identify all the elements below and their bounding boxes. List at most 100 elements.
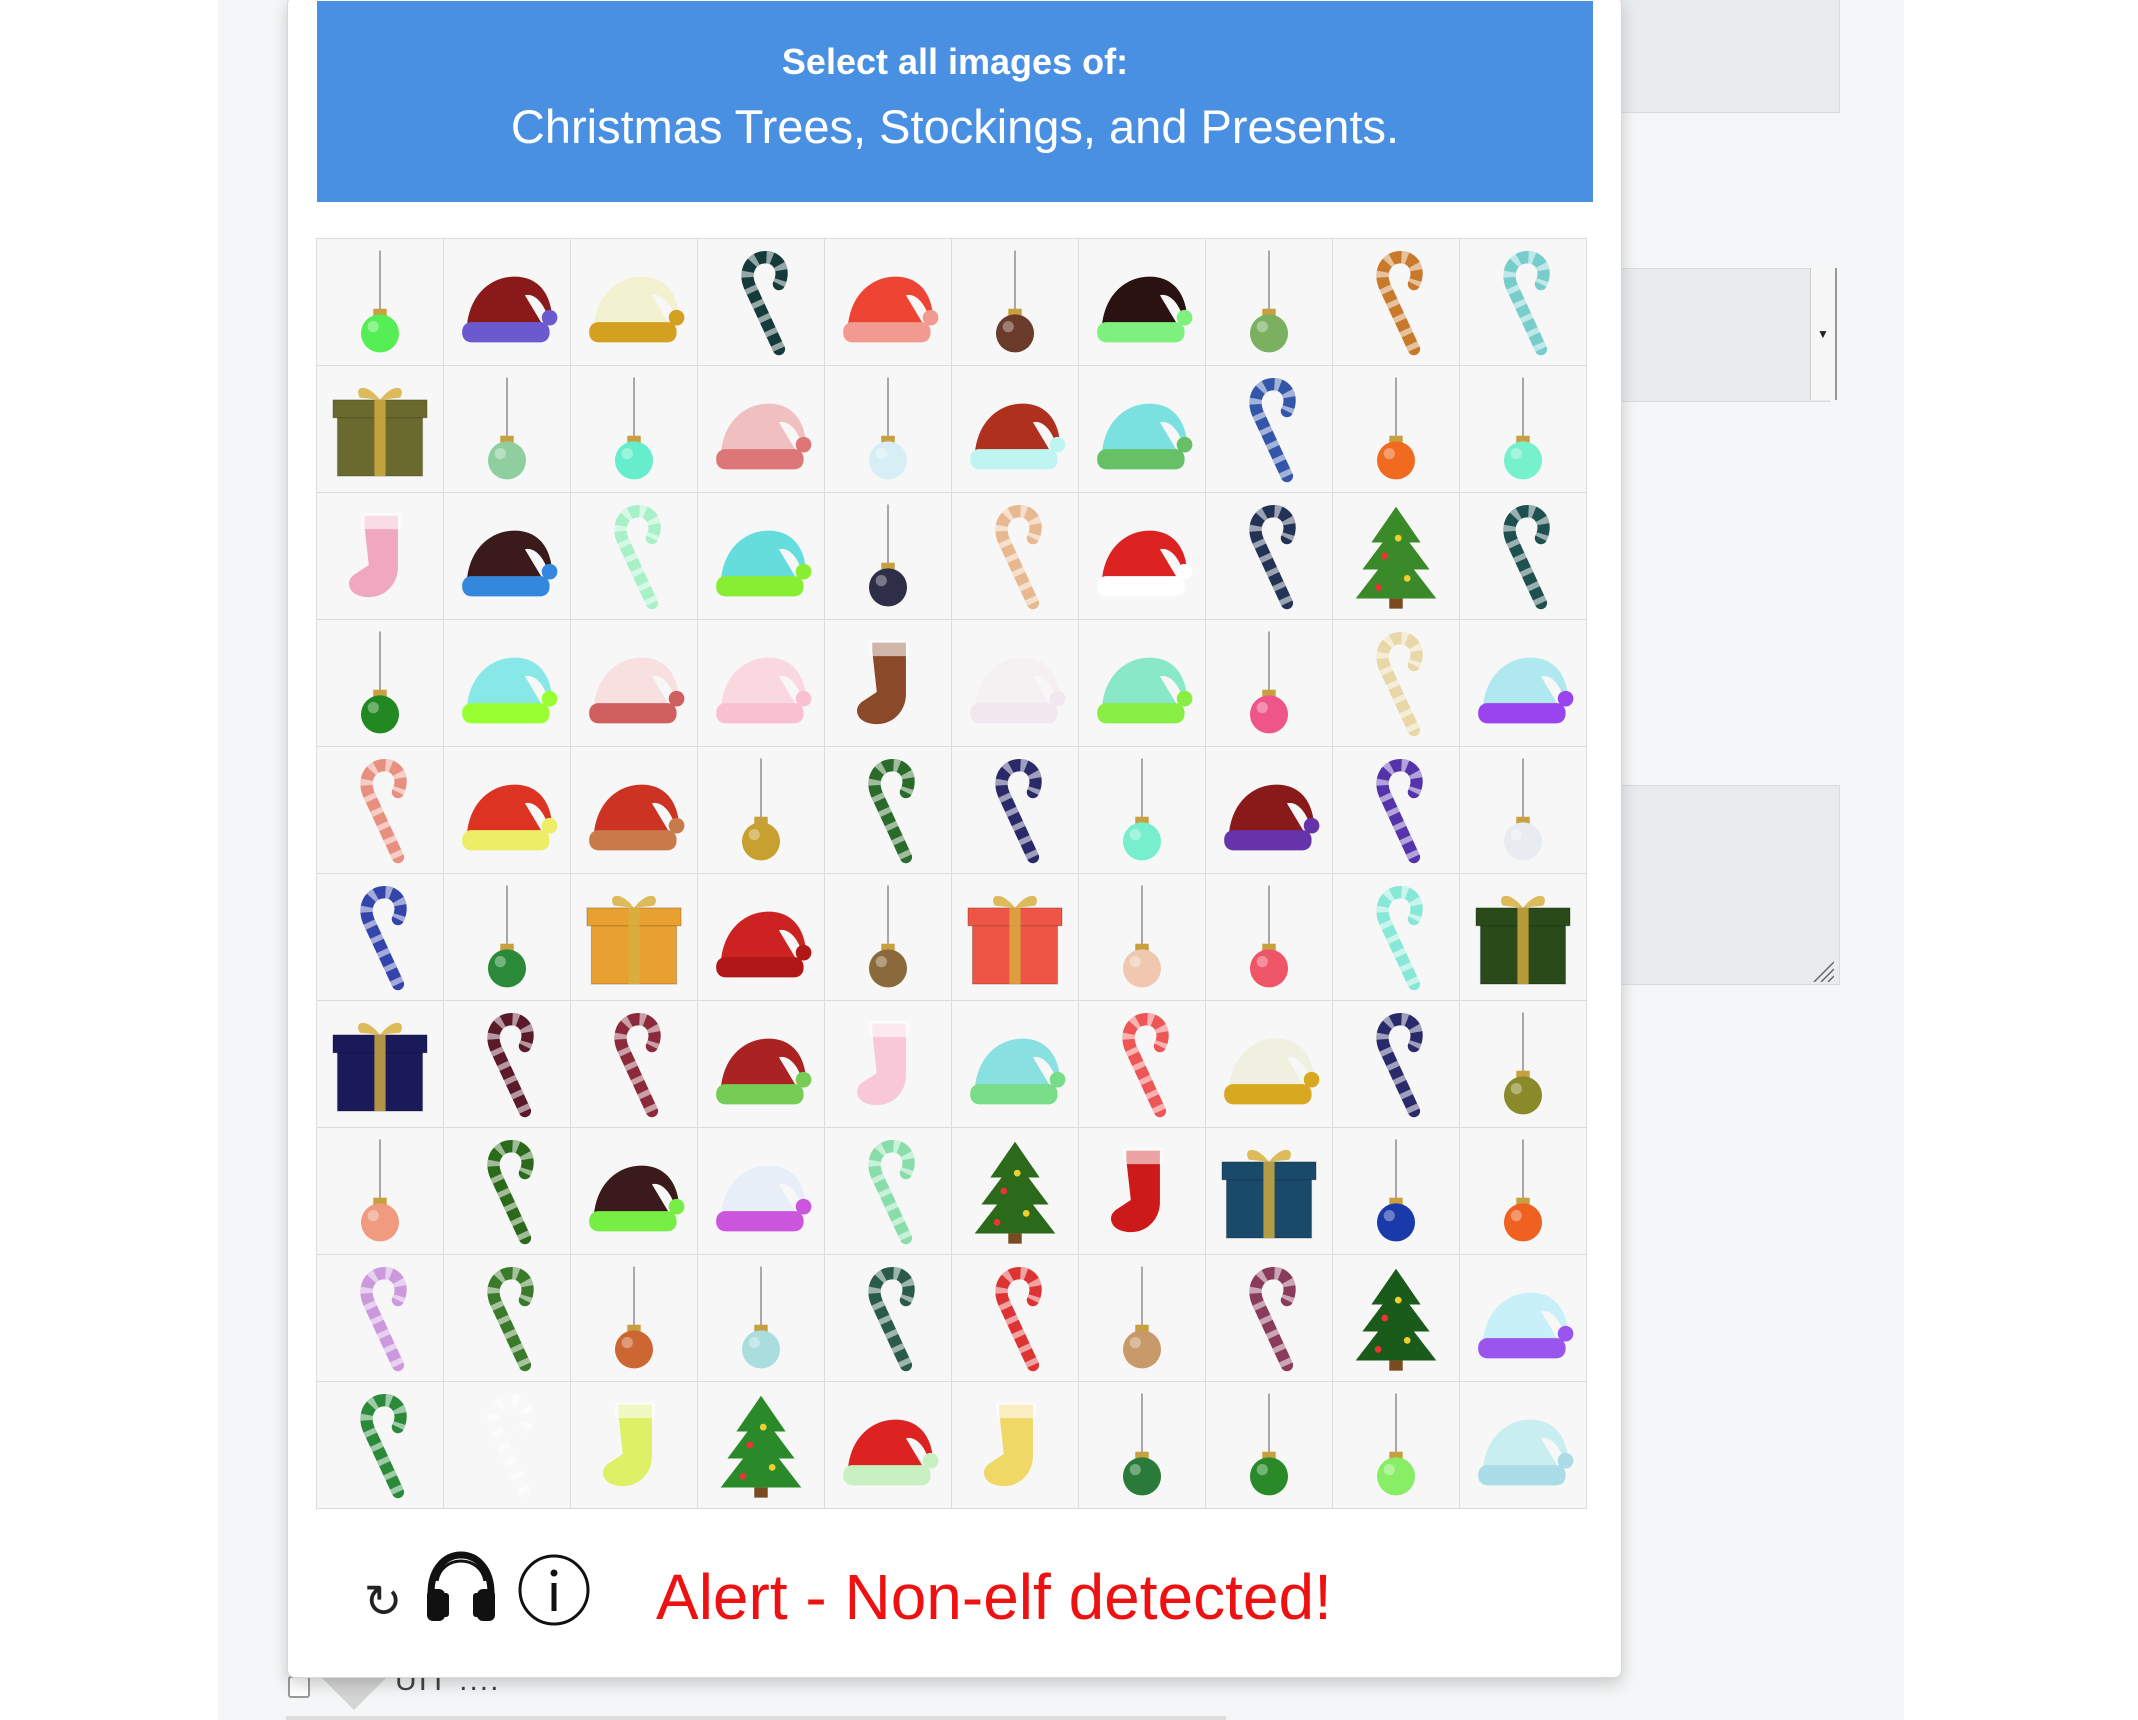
grid-cell[interactable] — [571, 366, 698, 493]
resize-grip-icon[interactable] — [1810, 960, 1834, 982]
grid-cell[interactable] — [698, 493, 825, 620]
grid-cell[interactable] — [698, 1128, 825, 1255]
grid-cell[interactable] — [571, 620, 698, 747]
grid-cell[interactable] — [1333, 1382, 1460, 1509]
grid-cell[interactable] — [952, 1001, 1079, 1128]
grid-cell[interactable] — [1079, 1255, 1206, 1382]
grid-cell[interactable] — [1206, 747, 1333, 874]
grid-cell[interactable] — [444, 366, 571, 493]
grid-cell[interactable] — [698, 1001, 825, 1128]
grid-cell[interactable] — [1460, 1255, 1587, 1382]
grid-cell[interactable] — [1079, 1128, 1206, 1255]
grid-cell[interactable] — [825, 493, 952, 620]
grid-cell[interactable] — [571, 874, 698, 1001]
grid-cell[interactable] — [952, 874, 1079, 1001]
grid-cell[interactable] — [825, 1255, 952, 1382]
grid-cell[interactable] — [1333, 239, 1460, 366]
grid-cell[interactable] — [317, 366, 444, 493]
grid-cell[interactable] — [698, 1255, 825, 1382]
grid-cell[interactable] — [444, 1001, 571, 1128]
grid-cell[interactable] — [444, 493, 571, 620]
grid-cell[interactable] — [317, 874, 444, 1001]
select-dropdown-arrow-icon[interactable]: ▼ — [1810, 268, 1837, 400]
grid-cell[interactable] — [1333, 493, 1460, 620]
grid-cell[interactable] — [444, 1255, 571, 1382]
grid-cell[interactable] — [1460, 874, 1587, 1001]
grid-cell[interactable] — [444, 620, 571, 747]
grid-cell[interactable] — [571, 1255, 698, 1382]
background-textarea[interactable] — [1610, 785, 1840, 985]
grid-cell[interactable] — [1079, 366, 1206, 493]
grid-cell[interactable] — [952, 366, 1079, 493]
grid-cell[interactable] — [317, 1382, 444, 1509]
grid-cell[interactable] — [1460, 493, 1587, 620]
grid-cell[interactable] — [698, 239, 825, 366]
grid-cell[interactable] — [1460, 239, 1587, 366]
background-checkbox[interactable] — [288, 1676, 310, 1698]
grid-cell[interactable] — [698, 620, 825, 747]
refresh-icon[interactable]: ↻ — [358, 1574, 408, 1628]
grid-cell[interactable] — [825, 1382, 952, 1509]
grid-cell[interactable] — [1206, 1128, 1333, 1255]
grid-cell[interactable] — [698, 366, 825, 493]
grid-cell[interactable] — [1333, 1255, 1460, 1382]
grid-cell[interactable] — [444, 239, 571, 366]
grid-cell[interactable] — [444, 874, 571, 1001]
grid-cell[interactable] — [1460, 747, 1587, 874]
grid-cell[interactable] — [825, 239, 952, 366]
grid-cell[interactable] — [1079, 1382, 1206, 1509]
grid-cell[interactable] — [952, 620, 1079, 747]
grid-cell[interactable] — [825, 874, 952, 1001]
grid-cell[interactable] — [1206, 366, 1333, 493]
grid-cell[interactable] — [571, 1001, 698, 1128]
grid-cell[interactable] — [571, 747, 698, 874]
grid-cell[interactable] — [1333, 1128, 1460, 1255]
grid-cell[interactable] — [317, 1255, 444, 1382]
grid-cell[interactable] — [952, 493, 1079, 620]
grid-cell[interactable] — [1460, 366, 1587, 493]
grid-cell[interactable] — [825, 1128, 952, 1255]
grid-cell[interactable] — [698, 1382, 825, 1509]
grid-cell[interactable] — [1460, 1382, 1587, 1509]
grid-cell[interactable] — [1206, 1001, 1333, 1128]
background-input-field[interactable] — [1610, 0, 1840, 113]
grid-cell[interactable] — [1460, 620, 1587, 747]
grid-cell[interactable] — [444, 747, 571, 874]
grid-cell[interactable] — [571, 1382, 698, 1509]
grid-cell[interactable] — [1079, 620, 1206, 747]
grid-cell[interactable] — [825, 366, 952, 493]
grid-cell[interactable] — [1333, 874, 1460, 1001]
grid-cell[interactable] — [825, 620, 952, 747]
grid-cell[interactable] — [825, 1001, 952, 1128]
grid-cell[interactable] — [698, 874, 825, 1001]
grid-cell[interactable] — [698, 747, 825, 874]
grid-cell[interactable] — [1079, 747, 1206, 874]
grid-cell[interactable] — [1333, 366, 1460, 493]
grid-cell[interactable] — [1079, 493, 1206, 620]
grid-cell[interactable] — [317, 1128, 444, 1255]
grid-cell[interactable] — [1460, 1128, 1587, 1255]
grid-cell[interactable] — [1333, 620, 1460, 747]
grid-cell[interactable] — [952, 239, 1079, 366]
grid-cell[interactable] — [1333, 747, 1460, 874]
grid-cell[interactable] — [1079, 874, 1206, 1001]
grid-cell[interactable] — [1079, 239, 1206, 366]
grid-cell[interactable] — [317, 493, 444, 620]
grid-cell[interactable] — [1333, 1001, 1460, 1128]
grid-cell[interactable] — [952, 1255, 1079, 1382]
grid-cell[interactable] — [571, 239, 698, 366]
grid-cell[interactable] — [317, 239, 444, 366]
grid-cell[interactable] — [571, 493, 698, 620]
headphones-icon[interactable] — [421, 1547, 501, 1627]
grid-cell[interactable] — [825, 747, 952, 874]
grid-cell[interactable] — [317, 620, 444, 747]
grid-cell[interactable] — [571, 1128, 698, 1255]
grid-cell[interactable] — [444, 1382, 571, 1509]
grid-cell[interactable] — [1206, 239, 1333, 366]
grid-cell[interactable] — [1206, 1382, 1333, 1509]
grid-cell[interactable] — [952, 747, 1079, 874]
grid-cell[interactable] — [1206, 874, 1333, 1001]
grid-cell[interactable] — [1079, 1001, 1206, 1128]
info-icon[interactable] — [516, 1552, 592, 1628]
grid-cell[interactable] — [1460, 1001, 1587, 1128]
